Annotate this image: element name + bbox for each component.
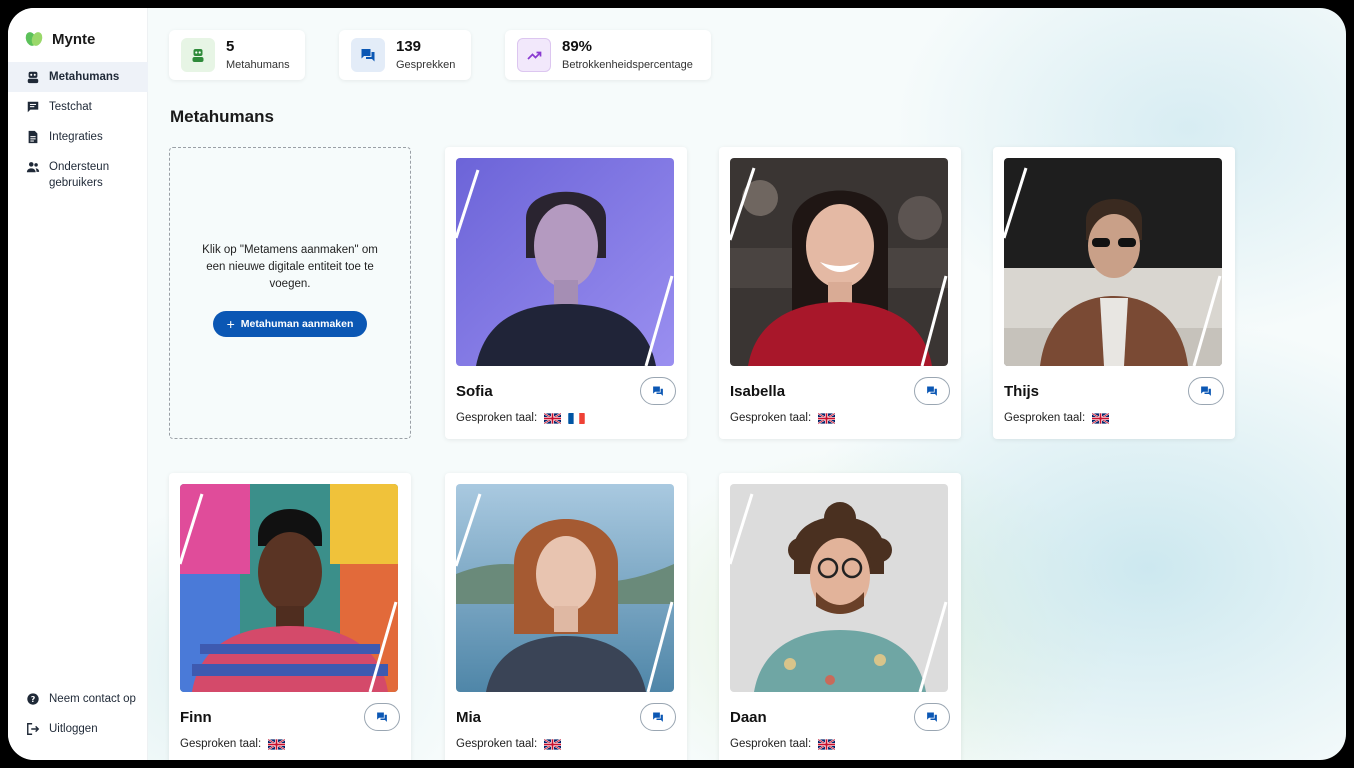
plus-icon: + bbox=[226, 315, 235, 332]
sidebar-bottom-nav: ? Neem contact op Uitloggen bbox=[8, 684, 148, 744]
metahuman-card-sofia[interactable]: Sofia Gesproken taal: bbox=[445, 147, 687, 439]
spoken-language: Gesproken taal: bbox=[180, 738, 286, 750]
mynte-logo-icon bbox=[23, 30, 45, 48]
chat-icon bbox=[351, 38, 385, 72]
app-name: Mynte bbox=[52, 30, 96, 48]
uk-flag-icon bbox=[818, 738, 836, 750]
metahuman-name: Thijs bbox=[1004, 383, 1040, 400]
sidebar-item-label: Testchat bbox=[49, 101, 92, 113]
uk-flag-icon bbox=[544, 412, 562, 424]
metahuman-name: Sofia bbox=[456, 383, 493, 400]
sidebar-item-contact[interactable]: ? Neem contact op bbox=[8, 684, 148, 714]
chat-button[interactable] bbox=[914, 703, 950, 731]
spoken-language: Gesproken taal: bbox=[730, 738, 836, 750]
sidebar-nav: Metahumans Testchat Integraties Onderste… bbox=[8, 62, 148, 198]
uk-flag-icon bbox=[818, 412, 836, 424]
sidebar-item-label: Ondersteun gebruikers bbox=[49, 161, 110, 189]
stat-label: Metahumans bbox=[226, 59, 290, 71]
chat-button[interactable] bbox=[914, 377, 950, 405]
metahuman-card-mia[interactable]: Mia Gesproken taal: bbox=[445, 473, 687, 760]
stat-label: Betrokkenheidspercentage bbox=[562, 59, 693, 71]
chat-button[interactable] bbox=[640, 377, 676, 405]
metahuman-card-finn[interactable]: Finn Gesproken taal: bbox=[169, 473, 411, 760]
stat-label: Gesprekken bbox=[396, 59, 456, 71]
avatar-photo bbox=[456, 484, 674, 692]
sidebar-item-logout[interactable]: Uitloggen bbox=[8, 714, 148, 744]
chat-button[interactable] bbox=[364, 703, 400, 731]
chat-icon bbox=[653, 386, 663, 396]
chat-button[interactable] bbox=[640, 703, 676, 731]
stat-value: 139 bbox=[396, 38, 422, 55]
avatar-photo bbox=[456, 158, 674, 366]
language-label: Gesproken taal: bbox=[456, 738, 538, 750]
uk-flag-icon bbox=[268, 738, 286, 750]
create-button-label: Metahuman aanmaken bbox=[240, 317, 354, 330]
document-icon bbox=[26, 130, 40, 144]
robot-icon bbox=[26, 70, 40, 84]
chat-icon bbox=[1201, 386, 1211, 396]
create-metahuman-button[interactable]: + Metahuman aanmaken bbox=[212, 310, 368, 337]
metahuman-name: Finn bbox=[180, 709, 212, 726]
chat-icon bbox=[377, 712, 387, 722]
language-label: Gesproken taal: bbox=[456, 412, 538, 424]
users-icon bbox=[26, 160, 40, 174]
trending-up-icon bbox=[517, 38, 551, 72]
section-title: Metahumans bbox=[170, 107, 274, 126]
spoken-language: Gesproken taal: bbox=[730, 412, 836, 424]
robot-icon bbox=[181, 38, 215, 72]
metahuman-name: Mia bbox=[456, 709, 482, 726]
avatar-photo bbox=[1004, 158, 1222, 366]
language-label: Gesproken taal: bbox=[180, 738, 262, 750]
avatar-photo bbox=[730, 484, 948, 692]
spoken-language: Gesproken taal: bbox=[456, 738, 562, 750]
metahuman-name: Daan bbox=[730, 709, 767, 726]
spoken-language: Gesproken taal: bbox=[1004, 412, 1110, 424]
uk-flag-icon bbox=[544, 738, 562, 750]
metahuman-card-isabella[interactable]: Isabella Gesproken taal: bbox=[719, 147, 961, 439]
stat-card-betrokkenheid: 89% Betrokkenheidspercentage bbox=[505, 30, 711, 80]
chat-icon bbox=[653, 712, 663, 722]
stat-card-gesprekken: 139 Gesprekken bbox=[339, 30, 471, 80]
logout-icon bbox=[26, 722, 40, 736]
chat-icon bbox=[26, 100, 40, 114]
spoken-language: Gesproken taal: bbox=[456, 412, 585, 424]
avatar-photo bbox=[730, 158, 948, 366]
language-label: Gesproken taal: bbox=[730, 738, 812, 750]
fr-flag-icon bbox=[568, 412, 585, 424]
sidebar-item-label: Neem contact op bbox=[49, 693, 136, 705]
help-icon: ? bbox=[26, 692, 40, 706]
stat-card-metahumans: 5 Metahumans bbox=[169, 30, 305, 80]
sidebar-item-metahumans[interactable]: Metahumans bbox=[8, 62, 148, 92]
sidebar-item-label: Integraties bbox=[49, 131, 103, 143]
avatar-photo bbox=[180, 484, 398, 692]
stat-value: 5 bbox=[226, 38, 235, 55]
sidebar-item-label: Metahumans bbox=[49, 71, 120, 83]
svg-text:?: ? bbox=[31, 695, 36, 704]
create-hint-text: Klik op "Metamens aanmaken" om een nieuw… bbox=[202, 243, 378, 290]
app-window: Mynte Metahumans Testchat Integraties On… bbox=[8, 8, 1346, 760]
metahuman-card-daan[interactable]: Daan Gesproken taal: bbox=[719, 473, 961, 760]
create-metahuman-card: Klik op "Metamens aanmaken" om een nieuw… bbox=[169, 147, 411, 439]
sidebar-item-testchat[interactable]: Testchat bbox=[8, 92, 148, 122]
logo[interactable]: Mynte bbox=[23, 30, 96, 48]
chat-icon bbox=[927, 712, 937, 722]
sidebar-item-ondersteun-gebruikers[interactable]: Ondersteun gebruikers bbox=[8, 152, 148, 198]
sidebar-item-label: Uitloggen bbox=[49, 723, 98, 735]
language-label: Gesproken taal: bbox=[730, 412, 812, 424]
metahuman-card-thijs[interactable]: Thijs Gesproken taal: bbox=[993, 147, 1235, 439]
sidebar: Mynte Metahumans Testchat Integraties On… bbox=[8, 8, 148, 760]
chat-button[interactable] bbox=[1188, 377, 1224, 405]
stat-value: 89% bbox=[562, 38, 593, 55]
language-label: Gesproken taal: bbox=[1004, 412, 1086, 424]
uk-flag-icon bbox=[1092, 412, 1110, 424]
chat-icon bbox=[927, 386, 937, 396]
sidebar-item-integraties[interactable]: Integraties bbox=[8, 122, 148, 152]
metahuman-name: Isabella bbox=[730, 383, 786, 400]
